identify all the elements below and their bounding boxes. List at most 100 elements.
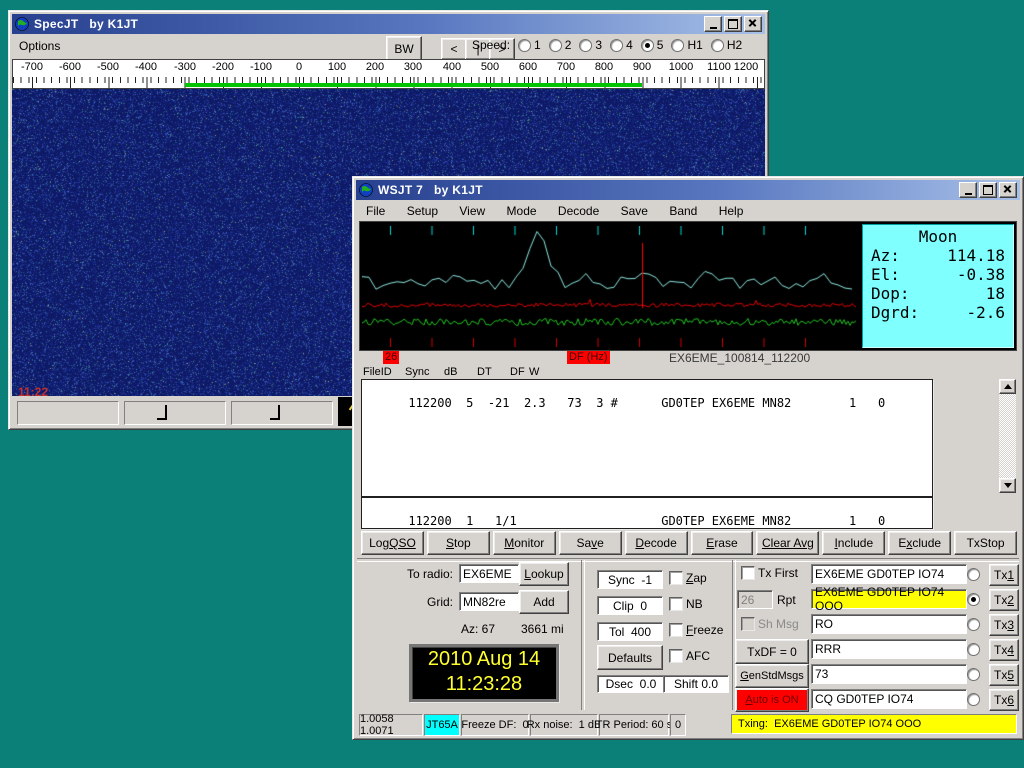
defaults-button[interactable]: Defaults bbox=[597, 645, 663, 670]
add-button[interactable]: Add bbox=[519, 590, 569, 614]
specjt-titlebar[interactable]: SpecJT by K1JT bbox=[12, 14, 765, 34]
menu-decode[interactable]: Decode bbox=[549, 201, 608, 221]
menu-mode[interactable]: Mode bbox=[498, 201, 546, 221]
afc-checkbox[interactable] bbox=[669, 649, 683, 663]
menu-view[interactable]: View bbox=[450, 201, 494, 221]
specjt-status-panel-2[interactable] bbox=[124, 401, 226, 425]
radio-icon bbox=[579, 38, 593, 52]
tx1-button[interactable]: Tx 1 bbox=[989, 564, 1019, 586]
speed-option-4[interactable]: 4 bbox=[610, 38, 633, 52]
nb-label: NB bbox=[686, 597, 703, 611]
txstop-button[interactable]: TxStop bbox=[954, 531, 1018, 555]
ruler-tick-label: 100 bbox=[327, 61, 347, 73]
speed-option-h1[interactable]: H1 bbox=[671, 38, 703, 52]
speed-option-1[interactable]: 1 bbox=[518, 38, 541, 52]
sync-field[interactable]: Sync -1 bbox=[597, 570, 663, 589]
save-button[interactable]: Sa v e bbox=[558, 531, 622, 555]
erase-button[interactable]: Erase bbox=[690, 531, 754, 555]
dsec-field[interactable]: Dsec 0.0 bbox=[597, 675, 665, 693]
decode-text-area[interactable]: 112200 5 -21 2.3 73 3 # GD0TEP EX6EME MN… bbox=[361, 379, 933, 497]
minimize-icon[interactable] bbox=[959, 182, 977, 198]
tol-field[interactable]: Tol 400 bbox=[597, 622, 663, 641]
monitor-button[interactable]: Monitor bbox=[492, 531, 556, 555]
close-icon[interactable] bbox=[999, 182, 1017, 198]
menu-band[interactable]: Band bbox=[660, 201, 706, 221]
header-df: DF bbox=[510, 366, 525, 378]
menu-file[interactable]: File bbox=[357, 201, 394, 221]
scroll-up-icon[interactable] bbox=[999, 379, 1016, 394]
tx4-message-field[interactable]: RRR bbox=[811, 639, 967, 659]
tx1-message-field[interactable]: EX6EME GD0TEP IO74 bbox=[811, 564, 967, 584]
decode-scrollbar[interactable] bbox=[999, 379, 1016, 493]
wsjt-title: WSJT 7 by K1JT bbox=[378, 183, 483, 197]
include-button[interactable]: Include bbox=[822, 531, 886, 555]
tx4-button[interactable]: Tx 4 bbox=[989, 639, 1019, 661]
scroll-down-icon[interactable] bbox=[999, 478, 1016, 493]
spectrum-plot[interactable] bbox=[360, 222, 860, 350]
speed-option-h2[interactable]: H2 bbox=[710, 38, 742, 52]
decode-button[interactable]: Decode bbox=[624, 531, 688, 555]
lookup-button[interactable]: Lookup bbox=[519, 562, 569, 586]
header-fileid: FileID bbox=[363, 366, 392, 378]
ruler-tick-label: 300 bbox=[403, 61, 423, 73]
clip-field[interactable]: Clip 0 bbox=[597, 596, 663, 615]
bw-button[interactable]: BW bbox=[386, 36, 422, 61]
tx6-message-field[interactable]: CQ GD0TEP IO74 bbox=[811, 689, 967, 709]
close-icon[interactable] bbox=[744, 16, 762, 32]
menu-help[interactable]: Help bbox=[710, 201, 753, 221]
tx6-radio[interactable] bbox=[967, 693, 980, 706]
options-menu[interactable]: Options bbox=[19, 39, 60, 53]
zap-checkbox[interactable] bbox=[669, 571, 683, 585]
ruler-tick-label: -400 bbox=[134, 61, 158, 73]
slider-thumb[interactable] bbox=[157, 405, 167, 420]
average-text-area[interactable]: 112200 1 1/1 GD0TEP EX6EME MN82 1 0 bbox=[361, 497, 933, 529]
rpt-label: Rpt bbox=[777, 593, 796, 607]
gen-std-msgs-button[interactable]: GenStdMsgs bbox=[735, 664, 809, 688]
tx1-radio[interactable] bbox=[967, 568, 980, 581]
tx3-button[interactable]: Tx 3 bbox=[989, 614, 1019, 636]
ruler-tick-label: 400 bbox=[442, 61, 462, 73]
tx2-button[interactable]: Tx 2 bbox=[989, 589, 1019, 611]
auto-button[interactable]: Auto is ON bbox=[735, 688, 809, 712]
tx5-message-field[interactable]: 73 bbox=[811, 664, 967, 684]
tx3-message-field[interactable]: RO bbox=[811, 614, 967, 634]
ruler-green-band bbox=[185, 83, 642, 87]
speed-option-2[interactable]: 2 bbox=[548, 38, 571, 52]
slider-thumb[interactable] bbox=[270, 405, 280, 420]
tx-first-checkbox[interactable] bbox=[741, 566, 755, 580]
tx5-radio[interactable] bbox=[967, 668, 980, 681]
log-qso-button[interactable]: Log QSO bbox=[361, 531, 424, 555]
tx-first-label: Tx First bbox=[758, 566, 798, 580]
shift-field[interactable]: Shift 0.0 bbox=[663, 675, 729, 693]
tx5-button[interactable]: Tx 5 bbox=[989, 664, 1019, 686]
to-radio-input[interactable]: EX6EME bbox=[459, 564, 519, 583]
txdf-button[interactable]: TxDF = 0 bbox=[735, 639, 809, 664]
clear-avg-button[interactable]: Clear Avg bbox=[756, 531, 820, 555]
speed-option-3[interactable]: 3 bbox=[579, 38, 602, 52]
ruler-tick-label: 200 bbox=[365, 61, 385, 73]
exclude-button[interactable]: Ex clude bbox=[888, 531, 952, 555]
maximize-icon[interactable] bbox=[979, 182, 997, 198]
stop-button[interactable]: Stop bbox=[426, 531, 490, 555]
menu-setup[interactable]: Setup bbox=[398, 201, 447, 221]
nb-checkbox[interactable] bbox=[669, 597, 683, 611]
tx4-radio[interactable] bbox=[967, 643, 980, 656]
zap-label: Zap bbox=[686, 571, 707, 585]
wsjt-titlebar[interactable]: WSJT 7 by K1JT bbox=[356, 180, 1020, 200]
tx3-radio[interactable] bbox=[967, 618, 980, 631]
freeze-checkbox[interactable] bbox=[669, 623, 683, 637]
tx2-radio[interactable] bbox=[967, 593, 980, 606]
speed-option-5[interactable]: 5 bbox=[640, 38, 663, 52]
sh-msg-checkbox[interactable] bbox=[741, 617, 755, 631]
menu-save[interactable]: Save bbox=[612, 201, 657, 221]
nav-back-button[interactable]: < bbox=[441, 38, 467, 60]
waterfall-time-marker: 11:22 bbox=[18, 385, 49, 399]
grid-input[interactable]: MN82re bbox=[459, 592, 519, 611]
status-freeze-df: Freeze DF: 0 bbox=[461, 714, 529, 736]
tx6-button[interactable]: Tx 6 bbox=[989, 689, 1019, 711]
scrollbar-track[interactable] bbox=[999, 394, 1016, 478]
specjt-status-panel-3[interactable] bbox=[231, 401, 333, 425]
maximize-icon[interactable] bbox=[724, 16, 742, 32]
minimize-icon[interactable] bbox=[704, 16, 722, 32]
tx2-message-field[interactable]: EX6EME GD0TEP IO74 OOO bbox=[811, 585, 967, 613]
